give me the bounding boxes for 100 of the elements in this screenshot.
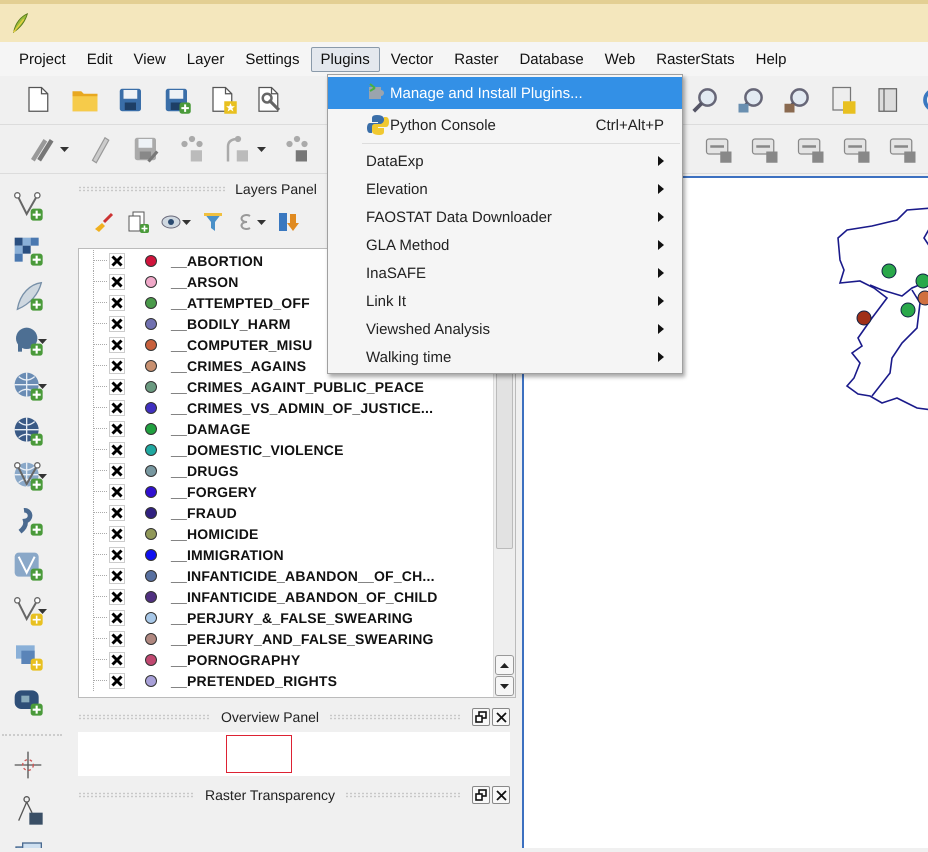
menu-item[interactable]: Raster [444,46,508,72]
vector-box-icon[interactable] [12,550,44,582]
float-button[interactable] [472,708,490,726]
add-vector-icon[interactable] [12,190,44,222]
layer-name[interactable]: __ATTEMPTED_OFF [171,294,310,310]
menu-item[interactable]: Link It [328,287,682,315]
submenu-arrow-icon [658,156,664,166]
menu-item[interactable]: View [124,46,176,72]
checkbox[interactable] [109,526,125,542]
checkbox[interactable] [109,420,125,436]
checkbox[interactable] [109,546,125,562]
submenu-arrow-icon [658,240,664,250]
checkbox[interactable] [109,462,125,478]
raster-icon[interactable] [12,235,44,267]
checkbox[interactable] [109,484,125,500]
close-button[interactable] [492,708,510,726]
scroll-down-button[interactable] [495,676,514,696]
checkbox[interactable] [109,504,125,520]
layer-name[interactable]: __ABORTION [171,252,264,268]
caret-icon[interactable] [182,220,191,224]
menu-item[interactable]: Edit [76,46,123,72]
menu-item[interactable]: Walking time [328,343,682,371]
checkbox[interactable] [109,672,125,688]
layer-name[interactable]: __PERJURY_AND_FALSE_SWEARING [171,630,434,646]
layer-name[interactable]: __PERJURY_&_FALSE_SWEARING [171,610,413,626]
add-vector-icon[interactable] [12,595,44,627]
checkbox[interactable] [109,630,125,646]
menu-item[interactable]: Web [594,46,646,72]
close-button[interactable] [492,786,510,804]
caret-icon[interactable] [257,146,266,152]
globe-icon[interactable] [12,460,44,492]
checkbox[interactable] [109,610,125,626]
layer-name[interactable]: __DRUGS [171,462,239,478]
menu-item[interactable]: Elevation [328,175,682,203]
crosshair-icon[interactable] [12,749,44,781]
layer-name[interactable]: __CRIMES_AGAINT_PUBLIC_PEACE [171,378,424,394]
checkbox[interactable] [109,274,125,290]
menu-item[interactable]: Vector [380,46,444,72]
panel-title: Overview Panel [220,709,320,725]
layer-name[interactable]: __BODILY_HARM [171,316,291,332]
caret-icon[interactable] [38,608,47,614]
layer-name[interactable]: __CRIMES_VS_ADMIN_OF_JUSTICE... [171,400,434,416]
checkbox[interactable] [109,652,125,668]
caret-icon[interactable] [38,384,47,388]
submenu-arrow-icon [658,296,664,306]
globe-icon[interactable] [12,415,44,447]
layer-name[interactable]: __INFANTICIDE_ABANDON_OF_CHILD [171,588,438,604]
checkbox[interactable] [109,294,125,310]
magnifier-icon[interactable] [736,85,766,115]
filter-icon[interactable] [201,210,225,234]
magnifier-icon[interactable] [690,85,720,115]
menu-item[interactable]: Plugins [310,46,380,72]
layer-name[interactable]: __DOMESTIC_VIOLENCE [171,442,344,458]
menu-item[interactable]: GLA Method [328,231,682,259]
magnifier-icon[interactable] [782,85,812,115]
menu-item[interactable]: Python Console Ctrl+Alt+P [328,109,682,141]
layer-name[interactable]: __INFANTICIDE_ABANDON__OF_CH... [171,568,435,584]
layer-name[interactable]: __IMMIGRATION [171,546,284,562]
checkbox[interactable] [109,378,125,394]
layer-name[interactable]: __ARSON [171,274,239,290]
menu-item[interactable]: InaSAFE [328,259,682,287]
caret-icon[interactable] [60,146,69,152]
checkbox[interactable] [109,442,125,458]
layer-name[interactable]: __PORNOGRAPHY [171,652,300,668]
scroll-up-button[interactable] [495,655,514,675]
menu-item[interactable]: Project [9,46,76,72]
submenu-arrow-icon [658,212,664,222]
caret-icon[interactable] [257,220,266,224]
layer-name[interactable]: __DAMAGE [171,420,250,436]
layer-name[interactable]: __COMPUTER_MISU [171,336,312,352]
checkbox[interactable] [109,568,125,584]
caret-icon[interactable] [38,474,47,478]
checkbox[interactable] [109,588,125,604]
layer-name[interactable]: __CRIMES_AGAINS [171,358,306,374]
panel-title: Layers Panel [235,181,317,197]
checkbox[interactable] [109,252,125,268]
checkbox[interactable] [109,316,125,332]
caret-icon[interactable] [38,338,47,344]
menu-item[interactable]: DataExp [328,147,682,175]
menu-item[interactable]: Help [746,46,796,72]
move-layer-icon[interactable] [276,210,300,234]
up-arrow-icon [500,662,509,668]
checkbox[interactable] [109,336,125,352]
menu-item[interactable]: RasterStats [646,46,745,72]
menu-item[interactable]: Viewshed Analysis [328,315,682,343]
checkbox[interactable] [109,400,125,416]
menu-item[interactable]: FAOSTAT Data Downloader [328,203,682,231]
panel-title: Raster Transparency [205,787,335,803]
extent-rectangle [226,735,292,773]
documents-icon[interactable] [126,210,150,234]
float-button[interactable] [472,786,490,804]
layer-name[interactable]: __FRAUD [171,504,237,520]
checkbox[interactable] [109,358,125,374]
layer-name[interactable]: __PRETENDED_RIGHTS [171,672,338,688]
layer-name[interactable]: __HOMICIDE [171,526,259,542]
menu-item[interactable]: Layer [176,46,234,72]
menu-item[interactable]: Database [509,46,594,72]
menu-item[interactable]: Settings [235,46,310,72]
submenu-arrow-icon [658,352,664,362]
layer-name[interactable]: __FORGERY [171,484,258,500]
